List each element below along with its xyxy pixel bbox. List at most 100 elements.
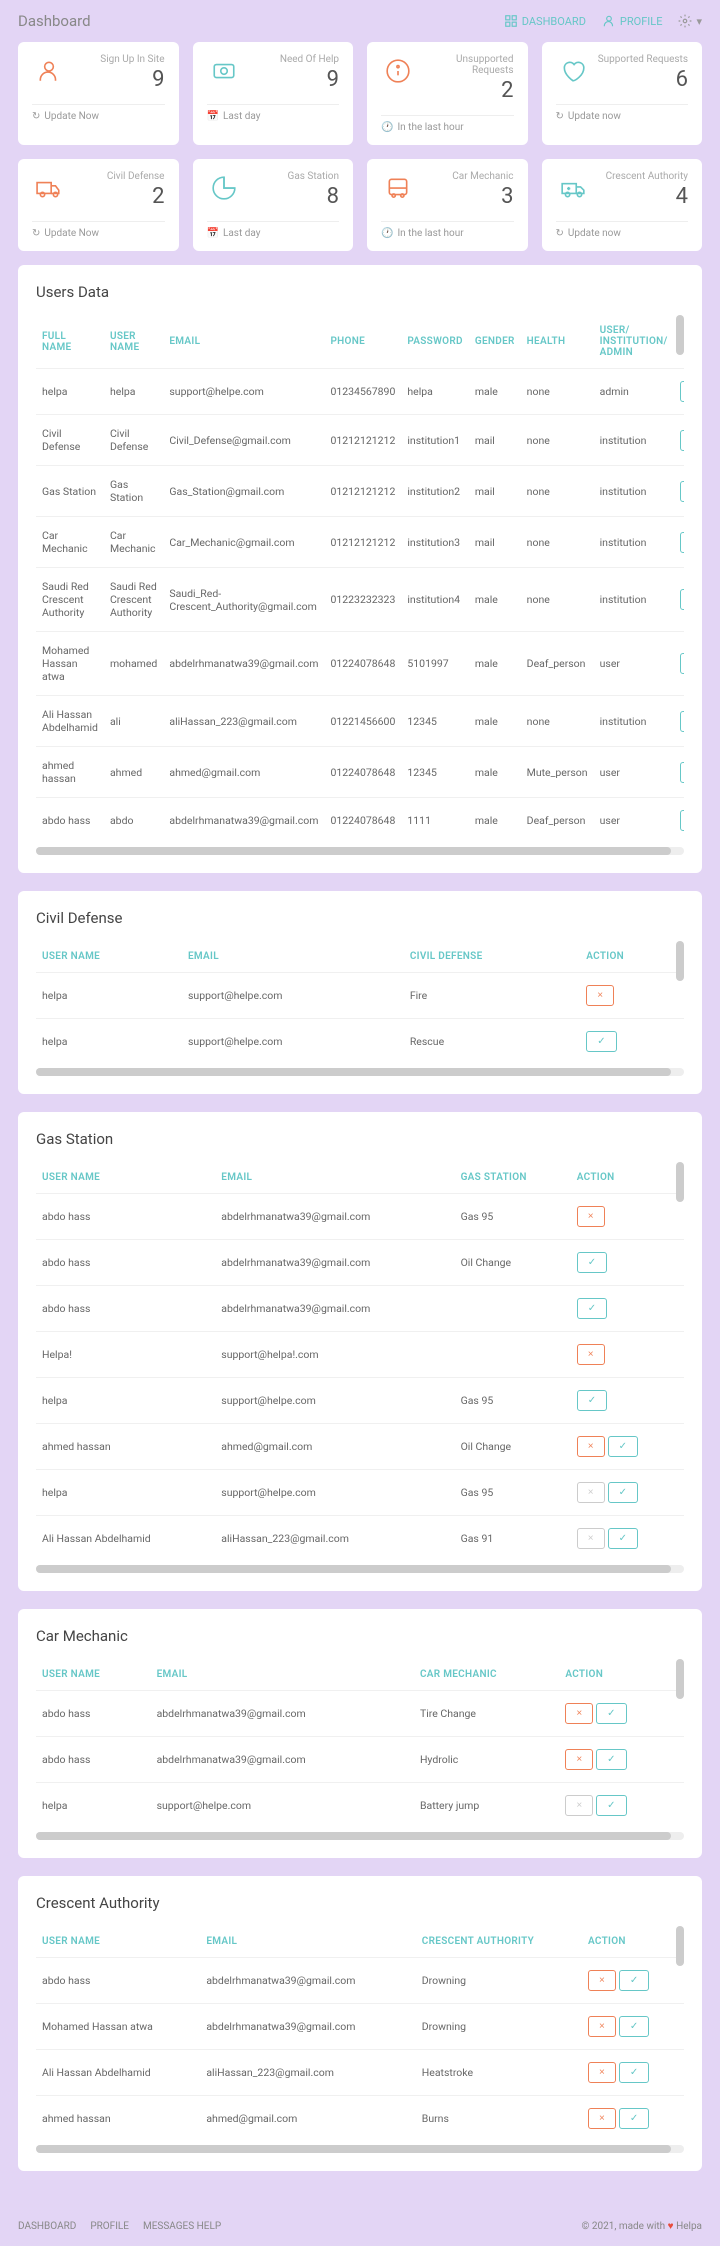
col-header: USER NAME <box>36 941 182 973</box>
action-button[interactable]: × <box>565 1749 593 1770</box>
cell: support@helpe.com <box>215 1378 454 1424</box>
scrollbar-h[interactable] <box>36 847 684 855</box>
action-button[interactable]: × <box>577 1436 605 1457</box>
action-button[interactable]: ✓ <box>608 1528 638 1549</box>
action-button[interactable]: × <box>588 1970 616 1991</box>
col-header: ACTION <box>559 1659 684 1691</box>
action-button[interactable]: × <box>565 1703 593 1724</box>
card-footer[interactable]: ↻ Update now <box>556 221 689 239</box>
action-button[interactable]: × <box>565 1795 593 1816</box>
cell: Hydrolic <box>414 1737 559 1783</box>
card-footer[interactable]: 🕐 In the last hour <box>381 115 514 133</box>
action-button[interactable]: ✓ <box>608 1436 638 1457</box>
col-header: ACTION <box>582 1926 684 1958</box>
cell: abdelrhmanatwa39@gmail.com <box>151 1691 414 1737</box>
card-value: 2 <box>414 78 513 103</box>
action-button[interactable]: ✓ <box>619 2062 649 2083</box>
col-header: USER NAME <box>36 1926 200 1958</box>
action-button[interactable]: × <box>588 2062 616 2083</box>
action-button[interactable]: ✓ <box>619 2016 649 2037</box>
cell: Saudi Red Crescent Authority <box>104 568 163 632</box>
cell: none <box>521 568 594 632</box>
action-button[interactable]: × <box>577 1482 605 1503</box>
cell: none <box>521 369 594 415</box>
truck-icon <box>32 171 66 205</box>
cell: Car Mechanic <box>36 517 104 568</box>
stat-card-1: Need Of Help 9 📅 Last day <box>193 42 354 145</box>
cell: Gas 95 <box>455 1378 571 1424</box>
table-row: ahmed hassanahmed@gmail.comOil Change×✓ <box>36 1424 684 1470</box>
scrollbar-h[interactable] <box>36 1832 684 1840</box>
cell: abdelrhmanatwa39@gmail.com <box>200 2004 415 2050</box>
cell: mail <box>469 517 521 568</box>
action-button[interactable]: × <box>586 985 614 1006</box>
action-button[interactable]: ✓ <box>596 1795 626 1816</box>
mech-title: Car Mechanic <box>36 1627 684 1645</box>
action-button[interactable]: × <box>577 1344 605 1365</box>
col-header: EMAIL <box>215 1162 454 1194</box>
footer-link[interactable]: MESSAGES HELP <box>143 2221 221 2232</box>
scrollbar-h[interactable] <box>36 1068 684 1076</box>
nav-dashboard[interactable]: DASHBOARD <box>504 14 586 28</box>
card-footer[interactable]: 📅 Last day <box>207 104 340 122</box>
refresh-icon: ↻ <box>556 228 564 239</box>
col-header: USER NAME <box>36 1659 151 1691</box>
scrollbar-h[interactable] <box>36 1565 684 1573</box>
action-button[interactable]: ✓ <box>577 1298 607 1319</box>
action-button[interactable]: ✓ <box>608 1482 638 1503</box>
navbar: Dashboard DASHBOARD PROFILE ▾ <box>0 0 720 42</box>
action-button[interactable]: × <box>577 1206 605 1227</box>
action-button[interactable]: ✓ <box>577 1390 607 1411</box>
col-header: USER NAME <box>36 1162 215 1194</box>
table-row: abdo hassabdelrhmanatwa39@gmail.comGas 9… <box>36 1194 684 1240</box>
nav-profile[interactable]: PROFILE <box>602 14 663 28</box>
footer-link[interactable]: PROFILE <box>90 2221 129 2232</box>
refresh-icon: ↻ <box>556 111 564 122</box>
col-header: EMAIL <box>151 1659 414 1691</box>
action-button[interactable]: ✓ <box>596 1749 626 1770</box>
action-button[interactable]: ✓ <box>596 1703 626 1724</box>
nav-settings[interactable]: ▾ <box>678 14 702 28</box>
card-footer[interactable]: 🕐 In the last hour <box>381 221 514 239</box>
stat-card-4: Civil Defense 2 ↻ Update Now <box>18 159 179 251</box>
card-footer[interactable]: 📅 Last day <box>207 221 340 239</box>
action-button[interactable]: × <box>588 2016 616 2037</box>
action-button[interactable]: × <box>588 2108 616 2129</box>
action-button[interactable]: ✓ <box>586 1031 616 1052</box>
action-button[interactable]: ✓ <box>577 1252 607 1273</box>
action-button[interactable]: ✓ <box>619 2108 649 2129</box>
action-button[interactable]: × <box>577 1528 605 1549</box>
card-footer[interactable]: ↻ Update now <box>556 104 689 122</box>
cell: Battery jump <box>414 1783 559 1829</box>
scrollbar-v[interactable] <box>676 1659 684 1828</box>
cell: ahmed@gmail.com <box>215 1424 454 1470</box>
cell: none <box>521 517 594 568</box>
cell: 01212121212 <box>324 517 401 568</box>
table-row: Helpa!support@helpa!.com× <box>36 1332 684 1378</box>
table-row: Mohamed Hassan atwaabdelrhmanatwa39@gmai… <box>36 2004 684 2050</box>
scrollbar-v[interactable] <box>676 941 684 1064</box>
scrollbar-v[interactable] <box>676 315 684 843</box>
card-footer[interactable]: ↻ Update Now <box>32 221 165 239</box>
cell: none <box>521 415 594 466</box>
footer: DASHBOARDPROFILEMESSAGES HELP © 2021, ma… <box>0 2207 720 2246</box>
card-value: 2 <box>107 184 165 209</box>
cell: Civil_Defense@gmail.com <box>163 415 324 466</box>
card-value: 8 <box>288 184 339 209</box>
scrollbar-h[interactable] <box>36 2145 684 2153</box>
refresh-icon: ↻ <box>32 228 40 239</box>
card-label: Gas Station <box>288 171 339 182</box>
col-header: CRESCENT AUTHORITY <box>416 1926 582 1958</box>
cell: helpa <box>36 973 182 1019</box>
scrollbar-v[interactable] <box>676 1162 684 1561</box>
footer-link[interactable]: DASHBOARD <box>18 2221 76 2232</box>
cell: admin <box>594 369 674 415</box>
card-footer[interactable]: ↻ Update Now <box>32 104 165 122</box>
cell: Gas Station <box>36 466 104 517</box>
scrollbar-v[interactable] <box>676 1926 684 2141</box>
cell: ahmed@gmail.com <box>163 747 324 798</box>
civil-panel: Civil Defense USER NAMEEMAILCIVIL DEFENS… <box>18 891 702 1094</box>
cell: male <box>469 798 521 844</box>
cash-icon <box>207 54 241 88</box>
action-button[interactable]: ✓ <box>619 1970 649 1991</box>
